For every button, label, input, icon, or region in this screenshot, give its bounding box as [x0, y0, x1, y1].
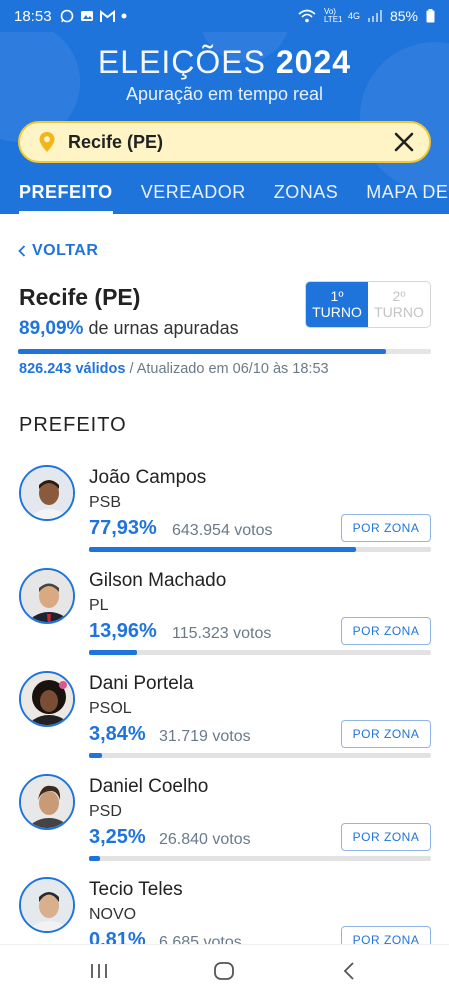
- por-zona-button[interactable]: POR ZONA: [341, 617, 431, 645]
- candidate-name: João Campos: [89, 467, 207, 488]
- candidate-bar-fill: [89, 753, 103, 758]
- candidate-party: NOVO: [89, 906, 137, 923]
- battery-label: 85%: [389, 8, 418, 24]
- dot-icon: [121, 13, 127, 19]
- chevron-left-icon: [18, 245, 26, 257]
- apuracao-progress-bar: [18, 349, 431, 354]
- signal-type-label: 4G: [347, 11, 360, 21]
- turno-1-number: 1º: [330, 288, 344, 304]
- candidate-avatar: [19, 877, 75, 933]
- candidate-avatar: [19, 465, 75, 521]
- updated-time: / Atualizado em 06/10 às 18:53: [129, 361, 329, 377]
- apuradas-text: de urnas apuradas: [88, 318, 239, 338]
- por-zona-button[interactable]: POR ZONA: [341, 823, 431, 851]
- candidate-card: Daniel Coelho PSD 3,25% 26.840 votos POR…: [0, 774, 449, 874]
- turno-1-button[interactable]: 1º TURNO: [306, 282, 368, 327]
- por-zona-button[interactable]: POR ZONA: [341, 514, 431, 542]
- turno-2-number: 2º: [392, 288, 406, 304]
- battery-icon: [426, 9, 435, 23]
- candidate-bar: [89, 547, 431, 552]
- location-pin-icon: [39, 132, 55, 152]
- back-link[interactable]: VOLTAR: [18, 242, 98, 260]
- candidate-name: Tecio Teles: [89, 879, 183, 900]
- notification-icons: [60, 9, 127, 23]
- turno-toggle: 1º TURNO 2º TURNO: [305, 281, 431, 328]
- gallery-icon: [80, 11, 93, 21]
- app-title-light: ELEIÇÕES: [97, 44, 266, 80]
- network-label: Vo) LTE1: [323, 7, 343, 24]
- turno-2-button[interactable]: 2º TURNO: [368, 282, 430, 327]
- signal-icon: [367, 10, 382, 22]
- status-time: 18:53: [14, 7, 52, 25]
- apuradas-percent: 89,09%: [19, 318, 84, 339]
- candidate-bar-fill: [89, 650, 137, 655]
- por-zona-button[interactable]: POR ZONA: [341, 720, 431, 748]
- system-navigation-bar: [0, 944, 449, 1000]
- candidate-avatar: [19, 774, 75, 830]
- tab-zonas[interactable]: ZONAS: [260, 182, 353, 214]
- candidate-percent: 77,93%: [89, 517, 157, 539]
- section-title: PREFEITO: [19, 414, 127, 436]
- candidate-card: João Campos PSB 77,93% 643.954 votos POR…: [0, 465, 449, 565]
- candidate-name: Gilson Machado: [89, 570, 227, 591]
- app-header: ELEIÇÕES 2024 Apuração em tempo real Rec…: [0, 32, 449, 214]
- candidate-card: Gilson Machado PL 13,96% 115.323 votos P…: [0, 568, 449, 668]
- candidate-avatar: [19, 671, 75, 727]
- back-label: VOLTAR: [32, 242, 99, 259]
- home-icon[interactable]: [213, 961, 235, 981]
- candidate-bar: [89, 650, 431, 655]
- candidate-percent: 13,96%: [89, 620, 157, 642]
- candidate-party: PSB: [89, 494, 122, 511]
- turno-2-label: TURNO: [374, 304, 424, 320]
- tab-bar: PREFEITO VEREADOR ZONAS MAPA DE ELE: [0, 182, 449, 214]
- candidate-party: PL: [89, 597, 109, 614]
- candidate-card: Dani Portela PSOL 3,84% 31.719 votos POR…: [0, 671, 449, 771]
- candidate-party: PSOL: [89, 700, 132, 717]
- recent-apps-icon[interactable]: [89, 961, 109, 981]
- tab-vereador[interactable]: VEREADOR: [127, 182, 260, 214]
- tab-mapa[interactable]: MAPA DE ELE: [352, 182, 449, 214]
- tab-prefeito[interactable]: PREFEITO: [0, 182, 127, 214]
- apuracao-summary: 89,09% de urnas apuradas: [19, 318, 239, 340]
- candidate-bar-fill: [89, 856, 101, 861]
- location-search[interactable]: Recife (PE): [18, 121, 431, 163]
- search-value[interactable]: Recife (PE): [68, 132, 393, 153]
- candidate-votes: 26.840 votos: [159, 831, 251, 848]
- turno-1-label: TURNO: [312, 304, 362, 320]
- close-icon[interactable]: [393, 131, 415, 153]
- app-title: ELEIÇÕES 2024: [0, 44, 449, 81]
- app-subtitle: Apuração em tempo real: [125, 84, 324, 104]
- candidate-bar: [89, 753, 431, 758]
- wifi-icon: [298, 9, 316, 23]
- candidate-percent: 3,84%: [89, 723, 146, 745]
- candidate-name: Daniel Coelho: [89, 776, 209, 797]
- candidate-votes: 31.719 votos: [159, 728, 251, 745]
- system-icons: Vo) LTE1 4G 85%: [298, 8, 435, 24]
- gmail-icon: [99, 9, 115, 22]
- validos-count: 826.243 válidos: [19, 361, 126, 377]
- candidate-avatar: [19, 568, 75, 624]
- update-info: 826.243 válidos / Atualizado em 06/10 às…: [19, 361, 329, 377]
- status-bar: 18:53 Vo) LTE1 4G 85%: [0, 0, 449, 32]
- city-title: Recife (PE): [19, 284, 141, 310]
- candidate-bar-fill: [89, 547, 356, 552]
- candidate-votes: 643.954 votos: [172, 522, 273, 539]
- back-nav-icon[interactable]: [342, 961, 356, 981]
- candidate-bar: [89, 856, 431, 861]
- candidate-votes: 115.323 votos: [172, 625, 272, 642]
- app-title-year: 2024: [275, 44, 352, 80]
- candidate-percent: 3,25%: [89, 826, 146, 848]
- whatsapp-icon: [60, 9, 73, 23]
- candidate-party: PSD: [89, 803, 122, 820]
- candidate-name: Dani Portela: [89, 673, 194, 694]
- apuracao-progress-fill: [18, 349, 386, 354]
